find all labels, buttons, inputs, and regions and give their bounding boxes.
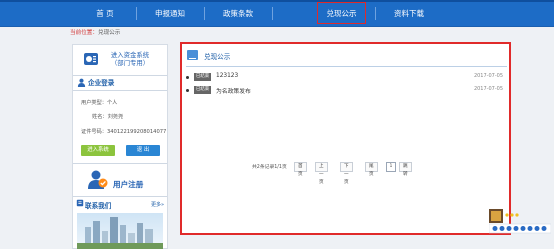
last-page-button[interactable]: 尾页 [365,162,378,177]
contact-icon [76,199,84,207]
nav-top-shade [0,0,554,2]
user-icon [77,78,86,87]
name-label: 姓名： [92,114,108,120]
nav-item-home[interactable]: 首 页 [86,0,124,26]
floating-tools-widget[interactable] [489,209,551,235]
nav-divider [136,7,137,20]
name-row: 姓名：刘尧尧 [92,113,123,120]
list-item-title[interactable]: 123123 [216,73,238,79]
page-number-input[interactable]: 1 [386,162,396,172]
login-title: 企业登录 [88,79,115,87]
user-type-label: 用户类型： [81,100,107,106]
first-page-button[interactable]: 首页 [294,162,307,177]
bullet-icon [186,76,189,79]
nav-item-notice[interactable]: 申报通知 [148,0,192,26]
fund-system-link[interactable]: 进入资金系统 （部门专用） [95,51,165,67]
city-skyline-image [77,213,163,249]
pagination-summary: 共2条记录1/1页 [252,165,287,170]
bullet-icon [186,89,189,92]
list-item-date: 2017-07-05 [473,86,503,92]
publicity-panel: 兑现公示 已结束 123123 2017-07-05 已结束 为名政策发布 20… [180,42,511,235]
nav-active-highlight [317,2,366,24]
list-item[interactable]: 已结束 123123 2017-07-05 [186,73,507,82]
sidebar: 进入资金系统 （部门专用） 企业登录 用户类型：个人 姓名：刘尧尧 证件号码：3… [72,44,168,249]
nav-divider [204,7,205,20]
panel-list-icon [187,50,198,63]
register-icon [88,170,108,189]
nav-divider [375,7,376,20]
status-badge: 已结束 [194,86,212,94]
go-page-button[interactable]: 跳转 [399,162,412,177]
list-item-title[interactable]: 为名政策发布 [216,86,251,95]
nav-divider [272,7,273,20]
section-divider [73,163,167,164]
panel-title: 兑现公示 [204,53,231,61]
register-link[interactable]: 用户注册 [113,179,143,190]
fund-system-subtitle: （部门专用） [110,59,150,67]
breadcrumb-current[interactable]: 兑现公示 [98,30,120,36]
top-nav: 首 页 申报通知 政策条款 兑现公示 资料下载 [0,0,554,27]
contact-more-link[interactable]: 更多» [151,201,164,208]
user-type-value: 个人 [106,100,118,106]
id-value: 340122199208014077 [106,129,167,135]
id-label: 证件号码： [81,129,107,135]
status-badge: 已结束 [194,73,212,81]
section-divider [73,196,167,197]
logout-button[interactable]: 退 出 [126,145,160,156]
panel-title-divider [186,66,507,67]
list-item[interactable]: 已结束 为名政策发布 2017-07-05 [186,86,507,95]
next-page-button[interactable]: 下一页 [340,162,353,185]
prev-page-button[interactable]: 上一页 [315,162,328,185]
nav-item-downloads[interactable]: 资料下载 [384,0,434,26]
breadcrumb: 当前位置：兑现公示 [70,28,120,36]
id-row: 证件号码：340122199208014077 [81,128,166,135]
section-divider [73,90,167,91]
contact-title: 联系我们 [85,202,112,210]
fund-system-title: 进入资金系统 [110,51,150,59]
name-value: 刘尧尧 [107,114,124,120]
list-item-date: 2017-07-05 [473,73,503,79]
nav-item-policy[interactable]: 政策条款 [216,0,260,26]
user-type-row: 用户类型：个人 [81,99,117,106]
breadcrumb-prefix: 当前位置： [70,30,98,36]
enter-system-button[interactable]: 进入系统 [81,145,115,156]
section-divider [73,75,167,76]
